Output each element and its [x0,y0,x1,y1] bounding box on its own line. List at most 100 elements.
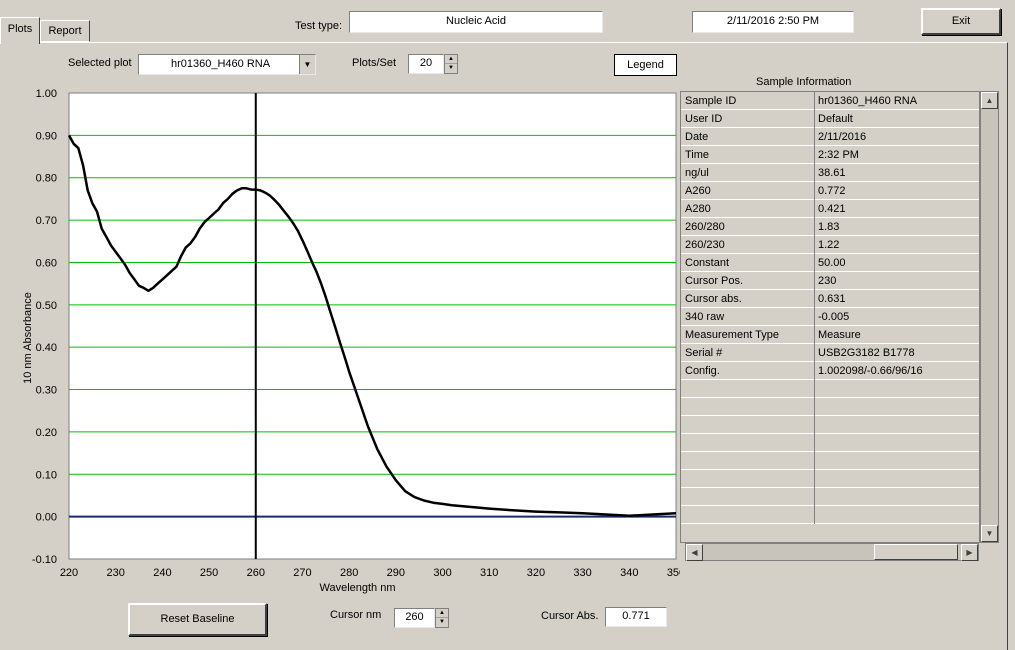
row-value: 2:32 PM [818,149,859,161]
plots-per-set-label: Plots/Set [352,57,397,69]
row-value [816,488,979,506]
row-value: 2/11/2016 [818,131,867,143]
cursor-nm-label: Cursor nm [330,609,382,621]
table-row[interactable] [681,380,979,398]
table-row[interactable] [681,452,979,470]
tab-report[interactable]: Report [40,20,90,42]
legend-button[interactable]: Legend [614,54,677,76]
row-value: 1.22 [818,239,840,251]
cursor-abs-field: 0.771 [605,607,667,627]
spin-up-icon[interactable]: ▲ [445,55,457,64]
table-row[interactable]: Cursor abs. 0.631 [681,290,979,308]
table-row[interactable]: A260 0.772 [681,182,979,200]
row-label [681,488,815,506]
row-label [681,380,815,398]
x-tick-label: 300 [433,567,451,579]
y-tick-label: 0.20 [36,427,57,439]
scroll-left-icon[interactable]: ◀ [686,544,703,561]
table-row[interactable]: User ID Default [681,110,979,128]
row-value: Measure [818,329,861,341]
row-label [681,434,815,452]
selected-plot-value: hr01360_H460 RNA [171,58,271,70]
x-tick-label: 220 [60,567,78,579]
table-row[interactable]: 340 raw -0.005 [681,308,979,326]
y-tick-label: 0.70 [36,215,57,227]
row-label: Sample ID [681,92,815,110]
table-row[interactable]: 260/280 1.83 [681,218,979,236]
y-tick-label: 0.90 [36,130,57,142]
absorbance-chart: 1.00 0.90 0.80 0.70 0.60 0.50 0.40 0.30 0.20 0.10… [22,88,680,594]
selected-plot-dropdown[interactable]: hr01360_H460 RNA ▼ [138,54,316,75]
table-row[interactable]: Constant 50.00 [681,254,979,272]
table-row[interactable] [681,488,979,506]
row-label [681,416,815,434]
cursor-nm-input[interactable]: 260 [394,608,435,628]
row-label [681,398,815,416]
cursor-nm-stepper[interactable]: ▲ ▼ [435,608,449,628]
table-horizontal-scrollbar[interactable]: ◀ ▶ [685,543,979,561]
scroll-up-icon[interactable]: ▲ [981,92,998,109]
row-value: 50.00 [818,257,846,269]
y-tick-label: 0.50 [36,300,57,312]
table-row[interactable]: 260/230 1.22 [681,236,979,254]
scroll-thumb[interactable] [874,544,958,560]
row-label: Cursor Pos. [681,272,815,290]
table-row[interactable]: Date 2/11/2016 [681,128,979,146]
table-row[interactable] [681,434,979,452]
row-value [816,506,979,524]
sample-info-table: Sample ID hr01360_H460 RNA User ID Default D… [680,91,980,543]
row-value: Default [818,113,853,125]
row-value [816,416,979,434]
table-row[interactable]: Measurement Type Measure [681,326,979,344]
test-type-field[interactable]: Nucleic Acid [349,11,603,33]
table-row[interactable] [681,470,979,488]
datetime-field: 2/11/2016 2:50 PM [692,11,854,33]
spin-down-icon[interactable]: ▼ [445,64,457,73]
table-row[interactable] [681,416,979,434]
y-axis-label: 10 nm Absorbance [22,292,34,384]
tab-plots[interactable]: Plots [0,17,40,44]
exit-button[interactable]: Exit [921,8,1001,35]
row-value: 1.002098/-0.66/96/16 [818,365,923,377]
y-tick-label: -0.10 [32,554,57,566]
x-tick-label: 330 [573,567,591,579]
table-row[interactable]: Time 2:32 PM [681,146,979,164]
y-tick-label: 1.00 [36,88,57,100]
chevron-down-icon[interactable]: ▼ [299,55,315,74]
x-tick-label: 240 [153,567,171,579]
x-tick-label: 280 [340,567,358,579]
table-row[interactable]: Serial # USB2G3182 B1778 [681,344,979,362]
row-label [681,470,815,488]
scroll-right-icon[interactable]: ▶ [961,544,978,561]
plots-per-set-input[interactable]: 20 [408,54,444,74]
row-value: 0.772 [818,185,846,197]
x-tick-label: 320 [527,567,545,579]
table-row[interactable]: A280 0.421 [681,200,979,218]
x-tick-label: 350 [667,567,680,579]
row-value [816,434,979,452]
table-row[interactable] [681,506,979,524]
table-row[interactable]: ng/ul 38.61 [681,164,979,182]
row-label: User ID [681,110,815,128]
plots-per-set-stepper[interactable]: ▲ ▼ [444,54,458,74]
table-row[interactable]: Config. 1.002098/-0.66/96/16 [681,362,979,380]
scroll-down-icon[interactable]: ▼ [981,525,998,542]
table-row[interactable]: Sample ID hr01360_H460 RNA [681,92,979,110]
reset-baseline-button[interactable]: Reset Baseline [128,603,267,636]
spin-up-icon[interactable]: ▲ [436,609,448,618]
row-label: Config. [681,362,815,380]
x-tick-label: 260 [247,567,265,579]
table-row[interactable]: Cursor Pos. 230 [681,272,979,290]
row-label: 260/280 [681,218,815,236]
row-value: 38.61 [818,167,846,179]
x-tick-label: 310 [480,567,498,579]
row-value: 0.421 [818,203,846,215]
row-value: 1.83 [818,221,840,233]
table-vertical-scrollbar[interactable]: ▲ ▼ [980,91,999,543]
plot-area [68,92,677,560]
spin-down-icon[interactable]: ▼ [436,618,448,627]
table-row[interactable] [681,398,979,416]
row-label: 260/230 [681,236,815,254]
row-value: 230 [818,275,837,287]
selected-plot-label: Selected plot [68,57,132,69]
